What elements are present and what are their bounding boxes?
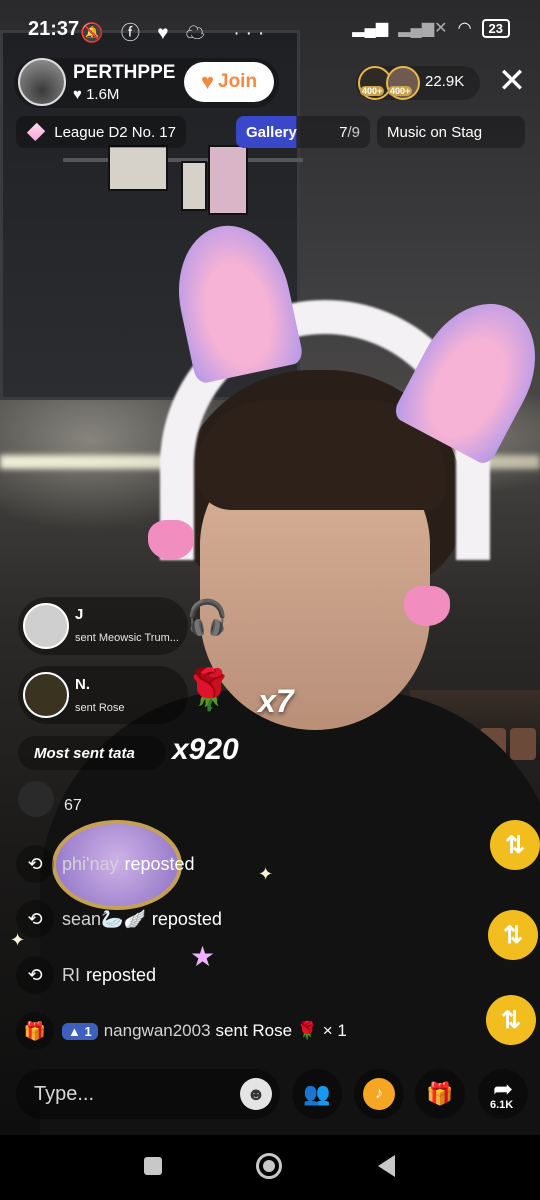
notification-icons: 🔕 ⓕ ♥ ☁ ··· (80, 23, 271, 44)
gift-icon: 🎁 (426, 1081, 454, 1106)
gift-sender-name: J (75, 606, 84, 623)
tiktok-coin-icon: ♪ (363, 1078, 395, 1110)
music-tag[interactable]: Music on Stag (377, 116, 525, 148)
viewer-badge: 400+ (360, 86, 385, 96)
certificate-frame (108, 145, 168, 191)
system-icons: ▂▄▆ ▂▄▆✕ ◠ 23 (352, 18, 510, 38)
repost-icon: ⇅ (502, 921, 524, 949)
gallery-total: /9 (347, 123, 360, 141)
gift-message-row: 🎁 ▲ 1 nangwan2003 sent Rose 🌹 × 1 (16, 1012, 347, 1050)
host-name[interactable]: PERTHPPE (73, 62, 175, 84)
repost-fab[interactable]: ⇅ (486, 995, 536, 1045)
league-label: League D2 No. 17 (54, 123, 176, 141)
diamond-icon (26, 122, 46, 142)
repost-icon: ⟲ (16, 845, 54, 883)
gift-avatar[interactable] (23, 603, 69, 649)
clock: 21:37 (28, 18, 80, 40)
join-label: Join (218, 71, 258, 92)
repost-text: reposted (151, 908, 222, 929)
most-sent-pill: Most sent tata (18, 736, 166, 770)
recents-button[interactable] (144, 1157, 162, 1175)
gift-button[interactable]: 🎁 (415, 1069, 465, 1119)
multi-guest-button[interactable]: 👥 (292, 1069, 342, 1119)
repost-icon: ⟲ (16, 956, 54, 994)
gift-message-text: sent Rose 🌹 × 1 (215, 1021, 347, 1040)
viewer-badge: 400+ (388, 86, 413, 96)
gift-combo: x7 (258, 683, 294, 719)
small-frame (181, 161, 207, 211)
gift-text: sent Meowsic Trum... (75, 632, 179, 644)
battery-icon: 23 (481, 18, 510, 38)
wifi-icon: ◠ (457, 20, 472, 37)
gift-sender-name: N. (75, 676, 90, 693)
most-sent-label: Most sent tata (34, 744, 135, 762)
repost-fab[interactable]: ⇅ (488, 910, 538, 960)
gift-text: sent Rose (75, 702, 125, 714)
star-icon: ★ (190, 941, 216, 972)
repost-user[interactable]: phi'nay (62, 854, 118, 875)
signal-icon: ▂▄▆ (352, 20, 389, 37)
gift-box-icon: 🎁 (16, 1012, 54, 1050)
repost-row: ⟲ RI reposted (16, 956, 156, 994)
repost-row: ⟲ sean🦢🪽 reposted (16, 900, 222, 938)
rose-icon: 🌹 (184, 668, 234, 712)
bow-right (404, 586, 450, 626)
bow-left (148, 520, 194, 560)
repost-text: reposted (124, 853, 195, 874)
repost-user[interactable]: sean🦢🪽 (62, 909, 146, 930)
heart-plus-icon: ♥ (200, 69, 214, 94)
people-icon: 👥 (303, 1081, 331, 1106)
small-avatar[interactable] (18, 781, 54, 817)
gallery-tag[interactable]: Gallery 7/9 (236, 116, 370, 148)
repost-icon: ⇅ (504, 831, 526, 859)
host-likes: ♥ 1.6M (73, 86, 120, 103)
share-count: 6.1K (490, 1099, 514, 1111)
repost-icon: ⟲ (16, 900, 54, 938)
level-badge: ▲ 1 (62, 1022, 98, 1040)
home-button[interactable] (256, 1153, 282, 1179)
repost-row: ⟲ phi'nay reposted (16, 845, 195, 883)
most-sent-combo: x920 (172, 733, 239, 766)
meowsic-gift-icon: 🎧 (186, 599, 229, 637)
gift-message-user[interactable]: nangwan2003 (104, 1021, 211, 1041)
league-tag[interactable]: League D2 No. 17 (16, 116, 186, 148)
repost-icon: ⇅ (500, 1006, 522, 1034)
status-bar: 21:37 🔕 ⓕ ♥ ☁ ··· ▂▄▆ ▂▄▆✕ ◠ 23 (0, 0, 540, 56)
jar (510, 728, 536, 760)
join-button[interactable]: ♥ Join (184, 62, 274, 102)
close-button[interactable]: ✕ (494, 64, 530, 100)
music-label: Music on Stag (387, 123, 483, 141)
small-count: 67 (64, 797, 82, 814)
repost-text: reposted (86, 964, 157, 985)
photo-frame (208, 145, 248, 215)
repost-user[interactable]: RI (62, 965, 80, 986)
emoji-button[interactable]: ☻ (240, 1078, 272, 1110)
gift-avatar[interactable] (23, 672, 69, 718)
host-avatar[interactable] (18, 58, 66, 106)
share-button[interactable]: ➦ (478, 1069, 528, 1119)
back-button[interactable] (378, 1155, 395, 1177)
sparkle-icon: ✦ (258, 864, 274, 884)
repost-fab[interactable]: ⇅ (490, 820, 540, 870)
viewer-count[interactable]: 22.9K (425, 73, 464, 90)
level-number: 1 (84, 1023, 92, 1039)
gallery-label: Gallery (246, 123, 297, 141)
promo-button[interactable]: ♪ (354, 1069, 404, 1119)
comment-input[interactable] (34, 1080, 234, 1108)
signal-off-icon: ▂▄▆✕ (398, 20, 448, 37)
